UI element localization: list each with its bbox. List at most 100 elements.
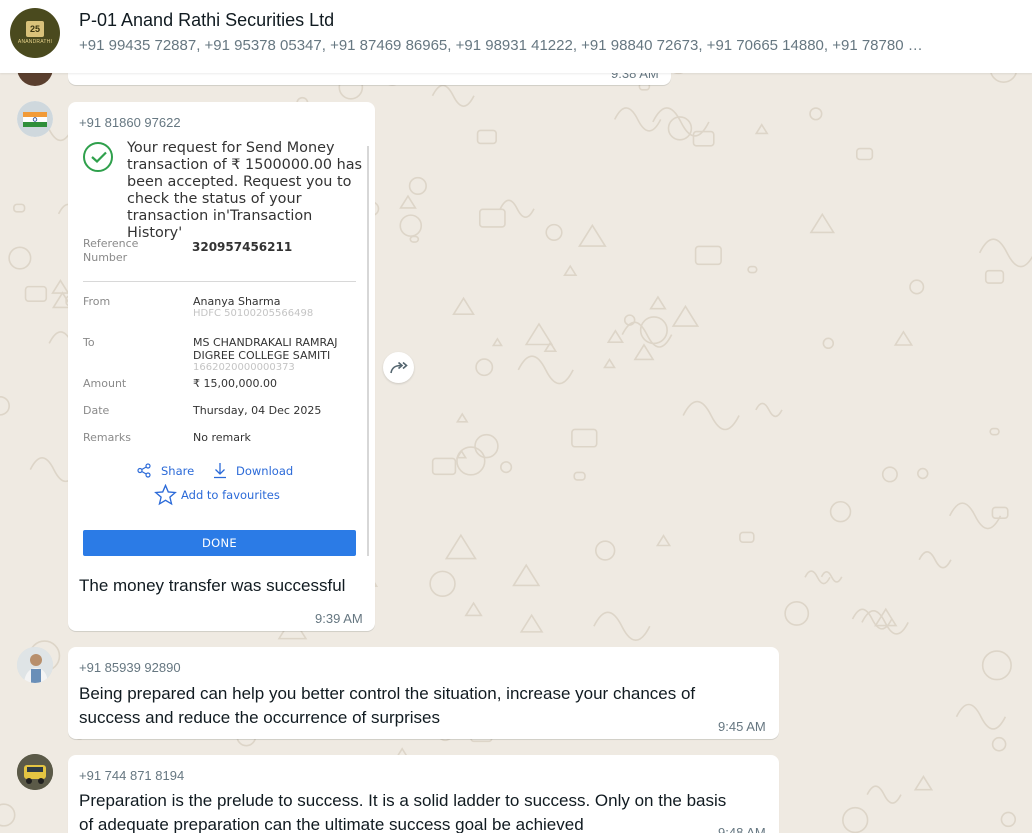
receipt-divider <box>83 281 356 282</box>
wallpaper-doodle <box>524 322 554 346</box>
wallpaper-doodle <box>13 203 26 213</box>
forward-button[interactable] <box>383 352 414 383</box>
message-text-line1: Being prepared can help you better contr… <box>79 684 696 703</box>
wallpaper-doodle <box>478 208 506 228</box>
wallpaper-doodle <box>621 321 673 348</box>
vehicle-photo-icon <box>17 754 53 790</box>
date-value: Thursday, 04 Dec 2025 <box>193 404 322 417</box>
download-link[interactable]: Download <box>236 464 293 478</box>
wallpaper-doodle <box>822 337 835 350</box>
person-photo-icon <box>17 647 53 683</box>
message-bubble[interactable]: +91 85939 92890 Being prepared can help … <box>68 647 779 739</box>
add-to-favourites-link[interactable]: Add to favourites <box>181 488 280 502</box>
wallpaper-doodle <box>692 130 715 147</box>
wallpaper-doodle <box>754 123 769 135</box>
wallpaper-doodle <box>918 551 952 569</box>
done-button[interactable]: DONE <box>83 530 356 556</box>
wallpaper-doodle <box>694 245 722 266</box>
wallpaper-doodle <box>991 736 1007 752</box>
wallpaper-doodle <box>0 803 16 827</box>
wallpaper-doodle <box>429 570 456 598</box>
wallpaper-doodle <box>955 703 1007 730</box>
wallpaper-doodle <box>399 194 417 209</box>
sender-phone[interactable]: +91 744 871 8194 <box>79 768 184 783</box>
wallpaper-doodle <box>1000 811 1017 828</box>
wallpaper-doodle <box>913 775 934 791</box>
from-label: From <box>83 295 111 308</box>
message-time: 9:39 AM <box>315 611 363 626</box>
wallpaper-doodle <box>476 129 497 145</box>
wallpaper-doodle <box>512 563 541 587</box>
wallpaper-doodle <box>408 176 427 196</box>
wallpaper-doodle <box>981 650 1012 681</box>
wallpaper-doodle <box>593 611 651 642</box>
wallpaper-doodle <box>24 285 48 302</box>
wallpaper-doodle <box>829 500 852 523</box>
message-bubble[interactable]: +91 744 871 8194 Preparation is the prel… <box>68 755 779 833</box>
wallpaper-doodle <box>866 785 902 804</box>
wallpaper-doodle <box>8 246 32 270</box>
sender-phone[interactable]: +91 85939 92890 <box>79 660 181 675</box>
wallpaper-doodle <box>842 806 869 833</box>
wallpaper-doodle <box>431 457 457 476</box>
wallpaper-doodle <box>409 235 420 243</box>
from-name: Ananya Sharma <box>193 295 281 308</box>
wallpaper-doodle <box>739 531 755 543</box>
wallpaper-doodle <box>747 265 758 274</box>
message-time: 9:45 AM <box>718 719 766 734</box>
wallpaper-doodle <box>989 427 1000 436</box>
wallpaper-doodle <box>594 540 616 561</box>
wallpaper-doodle <box>474 433 499 459</box>
from-account: HDFC 50100205566498 <box>193 308 314 319</box>
wallpaper-doodle <box>455 449 468 459</box>
wallpaper-doodle <box>917 467 929 480</box>
wallpaper-doodle <box>577 223 607 247</box>
anniversary-badge-icon: 25 <box>26 21 44 37</box>
wallpaper-doodle <box>633 343 655 361</box>
wallpaper-doodle <box>573 471 586 481</box>
sender-avatar[interactable] <box>17 754 53 790</box>
success-check-icon <box>83 142 113 172</box>
to-account: 1662020000000373 <box>193 362 295 373</box>
wallpaper-doodle <box>603 357 616 369</box>
share-icon <box>137 463 151 478</box>
remarks-label: Remarks <box>83 431 131 444</box>
wallpaper-doodle <box>464 601 483 617</box>
receipt-headline: Your request for Send Money transaction … <box>127 140 363 241</box>
wallpaper-doodle <box>655 534 672 547</box>
sender-avatar[interactable] <box>17 101 53 137</box>
wallpaper-doodle <box>978 238 1032 268</box>
receipt-image[interactable]: Your request for Send Money transaction … <box>79 136 371 566</box>
wallpaper-doodle <box>649 295 667 310</box>
amount-label: Amount <box>83 377 127 390</box>
wallpaper-doodle <box>455 412 469 423</box>
wallpaper-doodle <box>491 337 503 347</box>
star-icon <box>154 484 177 506</box>
message-text-line2: of adequate preparation can the ultimate… <box>79 815 584 833</box>
group-avatar[interactable]: 25 ANANDRATHI <box>10 8 60 58</box>
amount-value: ₹ 15,00,000.00 <box>193 377 277 390</box>
wallpaper-doodle <box>519 613 544 633</box>
message-text: The money transfer was successful <box>79 576 346 595</box>
wallpaper-doodle <box>682 400 740 431</box>
flag-avatar-icon <box>17 101 53 137</box>
wallpaper-doodle <box>909 279 925 295</box>
share-link[interactable]: Share <box>161 464 194 478</box>
wallpaper-doodle <box>545 223 563 242</box>
reference-number: 320957456211 <box>192 240 293 254</box>
wallpaper-doodle <box>517 355 574 385</box>
to-label: To <box>83 336 95 349</box>
reference-label: Reference Number <box>83 237 139 264</box>
wallpaper-doodle <box>51 279 70 294</box>
group-title[interactable]: P-01 Anand Rathi Securities Ltd <box>79 10 334 31</box>
wallpaper-doodle <box>444 533 477 560</box>
chat-header[interactable]: 25 ANANDRATHI P-01 Anand Rathi Securitie… <box>0 0 1032 73</box>
wallpaper-doodle <box>984 269 1005 284</box>
sender-phone[interactable]: +91 81860 97622 <box>79 115 181 130</box>
group-members-list[interactable]: +91 99435 72887, +91 95378 05347, +91 87… <box>79 37 979 54</box>
wallpaper-doodle <box>755 402 783 418</box>
sender-avatar[interactable] <box>17 647 53 683</box>
wallpaper-doodle <box>0 395 10 416</box>
message-text-line2: success and reduce the occurrence of sur… <box>79 708 440 727</box>
to-name-line1: MS CHANDRAKALI RAMRAJ <box>193 336 338 349</box>
